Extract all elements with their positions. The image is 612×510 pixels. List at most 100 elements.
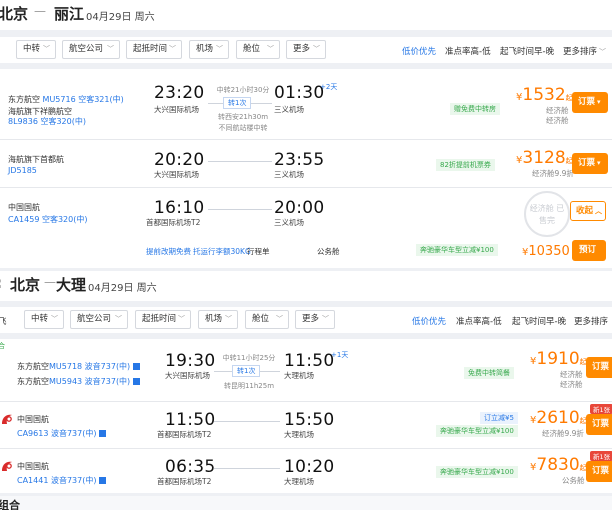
air-china-logo-icon: [2, 461, 12, 471]
promo-badge: 奔驰豪华车型立减¥100: [436, 466, 518, 478]
sort-punctual[interactable]: 准点率高-低: [456, 315, 502, 327]
info-icon: [99, 477, 107, 484]
departure-airport: 大兴国际机场: [154, 170, 199, 179]
flight-line: [208, 209, 272, 210]
reserve-button[interactable]: 预订: [572, 240, 606, 261]
price: ¥1910起: [530, 349, 587, 369]
flight-number: JD5185: [8, 166, 37, 175]
flight-number-2: 8L9836 空客320(中): [8, 117, 86, 126]
airline-filter[interactable]: 航空公司 ﹀: [70, 310, 128, 329]
filter-bar: 中转 ﹀ 航空公司 ﹀ 起抵时间 ﹀ 机场 ﹀ 舱位 ﹀ 更多 ﹀ 低价优先 准点率高-低 …: [0, 37, 612, 63]
transfer-city: 转西安21h30m: [217, 113, 269, 121]
sort-depart-early[interactable]: 起飞时间早-晚: [512, 315, 566, 327]
sort-more[interactable]: 更多排序 ﹀: [563, 45, 606, 57]
discount-badge: 订立减¥5: [480, 412, 518, 424]
arrival-airport: 大理机场: [284, 430, 314, 439]
change-policy-link[interactable]: 提前改期免费: [146, 246, 191, 257]
transfer-note: 不同航站楼中转: [218, 124, 268, 132]
airport-filter[interactable]: 机场 ﹀: [198, 310, 238, 329]
arrival-airport: 三义机场: [274, 105, 304, 114]
airline-name: 海航旗下首都航: [8, 155, 64, 164]
section-title-partial: 组合: [0, 499, 20, 510]
arrival-time: 10:20: [284, 457, 335, 477]
sort-low-price[interactable]: 低价优先: [412, 315, 446, 327]
flight-line: [214, 468, 280, 469]
sort-more[interactable]: 更多排序: [574, 315, 608, 327]
chevron-down-icon: ﹀: [43, 45, 50, 53]
transfer-count[interactable]: 转1次: [232, 365, 261, 377]
sort-punctual[interactable]: 准点率高-低: [445, 45, 491, 57]
route-from: 北京: [0, 5, 29, 23]
info-icon: [99, 430, 107, 437]
flight-card[interactable]: 合 东方航空MU5718 波音737(中) 东方航空MU5943 波音737(中…: [0, 339, 612, 401]
airport-filter[interactable]: 机场 ﹀: [189, 40, 229, 59]
cabin-filter[interactable]: 舱位 ﹀: [236, 40, 280, 59]
airline-name: 中国国航: [8, 203, 40, 212]
arrival-airport: 大理机场: [284, 371, 314, 380]
book-button[interactable]: 订票: [586, 461, 612, 482]
book-button[interactable]: 订票 ▾: [572, 92, 608, 113]
cabin-filter[interactable]: 舱位 ﹀: [245, 310, 289, 329]
arrival-time: 01:30: [274, 83, 325, 103]
arrival-time: 20:00: [274, 198, 325, 218]
sort-depart-early[interactable]: 起飞时间早-晚: [500, 45, 554, 57]
sub-price: ¥10350: [522, 244, 570, 259]
chevron-down-icon: ▾: [597, 98, 601, 106]
more-filter[interactable]: 更多 ﹀: [286, 40, 326, 59]
departure-time: 23:20: [154, 83, 205, 103]
itinerary-label: 行程单: [247, 247, 270, 256]
promo-badge: 82折提前机票券: [436, 159, 495, 171]
book-button[interactable]: 订票: [586, 414, 612, 435]
route-date: 04月29日 周六: [88, 283, 157, 294]
route-to: 大理: [56, 276, 87, 294]
flight-line: [214, 421, 280, 422]
more-filter[interactable]: 更多 ﹀: [295, 310, 335, 329]
airline-name: 中国国航: [17, 415, 49, 424]
transfer-filter[interactable]: 中转 ﹀: [16, 40, 56, 59]
cabin-class-2: 经济舱: [546, 116, 569, 125]
flight-card[interactable]: 中国国航 CA1459 空客320(中) 16:10 首都国际机场T2 20:0…: [0, 188, 612, 268]
route-from: 北京: [10, 276, 41, 294]
chevron-down-icon: ﹀: [313, 45, 320, 53]
flight-card[interactable]: 中国国航 CA9613 波音737(中) 11:50 首都国际机场T2 15:5…: [0, 402, 612, 448]
chevron-down-icon: ﹀: [216, 45, 223, 53]
transfer-city: 转昆明11h25m: [223, 382, 275, 390]
chevron-down-icon: ﹀: [107, 45, 114, 53]
chevron-down-icon: ﹀: [169, 45, 176, 53]
route-date: 04月29日 周六: [86, 12, 155, 23]
price: ¥1532起: [516, 85, 573, 105]
transfer-filter[interactable]: 中转 ﹀: [24, 310, 64, 329]
air-china-logo-icon: [2, 414, 12, 424]
chevron-up-icon: ︿: [595, 207, 603, 215]
arrival-time: 15:50: [284, 410, 335, 430]
flight-card[interactable]: 海航旗下首都航 JD5185 20:20 大兴国际机场 23:55 三义机场 8…: [0, 140, 612, 187]
collapse-button[interactable]: 收起 ︿: [570, 201, 606, 221]
departure-airport: 首都国际机场T2: [146, 218, 201, 227]
transfer-count[interactable]: 转1次: [223, 97, 252, 109]
arrival-airport: 大理机场: [284, 477, 314, 486]
arrival-day-offset: +2天: [320, 83, 338, 91]
cabin-class: 经济舱9.9折: [532, 169, 574, 178]
chevron-down-icon: ﹀: [276, 315, 283, 323]
cabin-class: 经济舱9.9折: [542, 429, 584, 438]
flight-card[interactable]: 中国国航 CA1441 波音737(中) 06:35 首都国际机场T2 10:2…: [0, 449, 612, 493]
departure-airport: 首都国际机场T2: [157, 430, 212, 439]
airline-filter[interactable]: 航空公司 ﹀: [62, 40, 120, 59]
baggage-link[interactable]: 托运行李额30KG: [193, 246, 251, 257]
route-to: 丽江: [54, 5, 85, 23]
flight-card[interactable]: 东方航空 MU5716 空客321(中) 海航旗下祥鹏航空 8L9836 空客3…: [0, 69, 612, 139]
route-separator: :: [0, 274, 2, 292]
book-button[interactable]: 订票 ▾: [572, 153, 608, 174]
sold-out-stamp: 经济舱 已售完: [524, 191, 570, 237]
price: ¥3128起: [516, 148, 573, 168]
transfer-duration: 中转11小时25分: [222, 354, 276, 362]
info-icon: [133, 363, 141, 370]
book-button[interactable]: 订票: [586, 357, 612, 378]
depart-time-filter[interactable]: 起抵时间 ﹀: [126, 40, 182, 59]
direct-flight-filter[interactable]: 飞: [0, 315, 7, 327]
chevron-down-icon: ▾: [597, 159, 601, 167]
depart-time-filter[interactable]: 起抵时间 ﹀: [135, 310, 191, 329]
route-dash: —: [44, 275, 56, 289]
arrival-time: 11:50: [284, 351, 335, 371]
sort-low-price[interactable]: 低价优先: [402, 45, 436, 57]
